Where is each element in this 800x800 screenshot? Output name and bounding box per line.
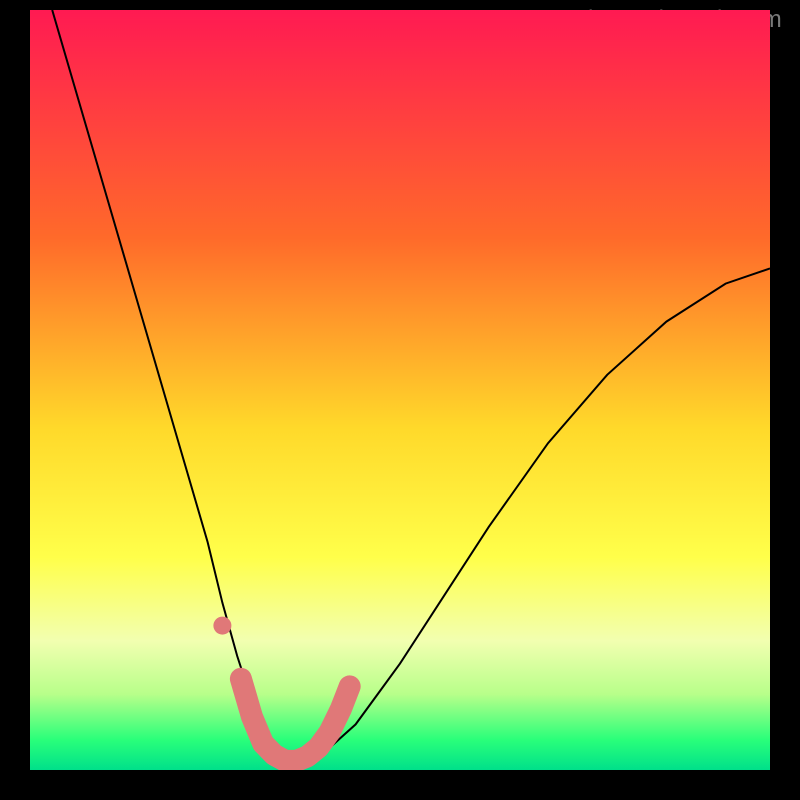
chart-frame	[30, 10, 770, 770]
bottleneck-chart	[30, 10, 770, 770]
highlight-dot	[213, 617, 231, 635]
chart-background-gradient	[30, 10, 770, 770]
